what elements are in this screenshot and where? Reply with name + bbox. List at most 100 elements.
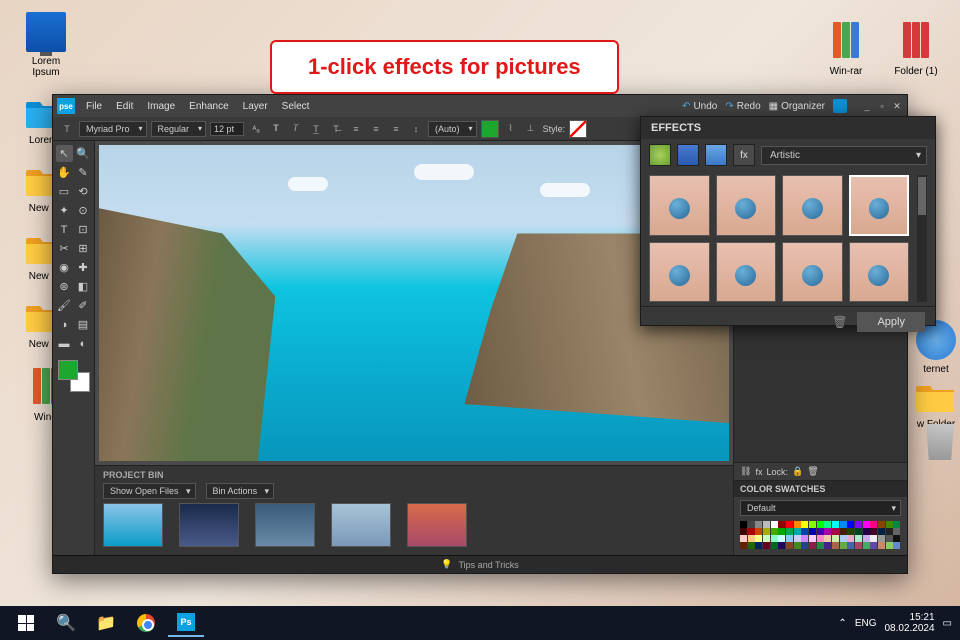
menu-enhance[interactable]: Enhance <box>186 101 231 112</box>
zoom-tool[interactable]: 🔍 <box>75 145 92 162</box>
tips-link[interactable]: Tips and Tricks <box>459 560 519 570</box>
effects-tab-fx[interactable]: fx <box>733 144 755 166</box>
shape-tool[interactable]: ▬ <box>56 335 73 352</box>
color-swatch[interactable] <box>878 528 885 535</box>
start-button[interactable] <box>8 609 44 637</box>
crop-tool[interactable]: ⊡ <box>75 221 92 238</box>
color-swatch[interactable] <box>855 535 862 542</box>
smart-brush-tool[interactable]: ✐ <box>75 297 92 314</box>
effects-tab-filters[interactable] <box>649 144 671 166</box>
close-button[interactable]: ✕ <box>891 101 903 111</box>
align-left-icon[interactable]: ≡ <box>348 121 364 137</box>
marquee-tool[interactable]: ▭ <box>56 183 73 200</box>
wand-tool[interactable]: ✦ <box>56 202 73 219</box>
color-swatch[interactable] <box>748 542 755 549</box>
effects-tab-photo[interactable] <box>705 144 727 166</box>
color-swatch[interactable] <box>794 528 801 535</box>
maximize-button[interactable]: ▫ <box>876 101 888 111</box>
color-swatch[interactable] <box>824 535 831 542</box>
color-swatch[interactable] <box>817 528 824 535</box>
effect-thumbnail[interactable] <box>782 175 843 236</box>
hand-tool[interactable]: ✋ <box>56 164 73 181</box>
weight-dropdown[interactable]: Regular <box>151 121 207 137</box>
effect-thumbnail[interactable] <box>716 242 777 303</box>
bucket-tool[interactable]: ◑ <box>56 316 73 333</box>
color-swatch[interactable] <box>886 521 893 528</box>
color-swatch[interactable] <box>893 542 900 549</box>
desktop-icon-winrar[interactable]: Win-rar <box>818 22 874 77</box>
search-button[interactable]: 🔍 <box>48 609 84 637</box>
color-swatch[interactable] <box>740 542 747 549</box>
link-icon[interactable]: ⛓ <box>740 466 751 477</box>
align-center-icon[interactable]: ≡ <box>368 121 384 137</box>
color-swatch[interactable] <box>740 521 747 528</box>
effect-thumbnail[interactable] <box>782 242 843 303</box>
text-color-swatch[interactable] <box>481 120 499 138</box>
color-swatch[interactable] <box>763 528 770 535</box>
minimize-button[interactable]: _ <box>861 101 873 111</box>
menu-edit[interactable]: Edit <box>113 101 136 112</box>
color-swatch[interactable] <box>847 521 854 528</box>
color-swatch[interactable] <box>886 528 893 535</box>
color-swatch[interactable] <box>809 542 816 549</box>
color-swatch[interactable] <box>870 535 877 542</box>
menu-select[interactable]: Select <box>279 101 313 112</box>
redo-button[interactable]: ↷Redo <box>725 101 760 112</box>
pse-taskbar-button[interactable]: Ps <box>168 609 204 637</box>
style-swatch[interactable] <box>569 120 587 138</box>
color-swatch[interactable] <box>801 521 808 528</box>
lock-icon[interactable]: 🔒 <box>792 466 803 477</box>
eyedropper-tool[interactable]: ✎ <box>75 164 92 181</box>
bin-thumbnail[interactable] <box>331 503 391 547</box>
orient-icon[interactable]: ⊥ <box>523 121 539 137</box>
color-swatch[interactable] <box>886 535 893 542</box>
leading-dropdown[interactable]: (Auto) <box>428 121 477 137</box>
color-swatch[interactable] <box>794 535 801 542</box>
organizer-button[interactable]: ▦Organizer <box>769 101 825 112</box>
color-swatch[interactable] <box>778 528 785 535</box>
color-swatch[interactable] <box>778 542 785 549</box>
color-swatch[interactable] <box>893 521 900 528</box>
apply-button[interactable]: Apply <box>857 312 925 332</box>
color-swatch[interactable] <box>863 521 870 528</box>
strike-icon[interactable]: T̶ <box>328 121 344 137</box>
gradient-tool[interactable]: ▤ <box>75 316 92 333</box>
quick-select-tool[interactable]: ⊙ <box>75 202 92 219</box>
antialiasing-icon[interactable]: ᴬₐ <box>248 121 264 137</box>
color-swatch[interactable] <box>771 535 778 542</box>
color-swatch[interactable] <box>809 521 816 528</box>
heal-tool[interactable]: ✚ <box>75 259 92 276</box>
color-swatch[interactable] <box>809 528 816 535</box>
color-swatch[interactable] <box>855 521 862 528</box>
color-swatch[interactable] <box>786 542 793 549</box>
warp-icon[interactable]: ⌇ <box>503 121 519 137</box>
desktop-icon-folder[interactable]: Folder (1) <box>888 22 944 77</box>
color-swatch[interactable] <box>748 528 755 535</box>
color-swatch[interactable] <box>786 528 793 535</box>
underline-icon[interactable]: T̲ <box>308 121 324 137</box>
effect-thumbnail[interactable] <box>849 175 910 236</box>
brush-tool[interactable]: 🖌 <box>56 297 73 314</box>
color-swatch[interactable] <box>824 521 831 528</box>
color-swatch[interactable] <box>893 535 900 542</box>
recompose-tool[interactable]: ⊞ <box>75 240 92 257</box>
menu-layer[interactable]: Layer <box>240 101 271 112</box>
color-swatch[interactable] <box>832 542 839 549</box>
effect-thumbnail[interactable] <box>649 242 710 303</box>
color-swatch[interactable] <box>863 528 870 535</box>
effects-trash-button[interactable]: 🗑 <box>832 315 847 329</box>
italic-icon[interactable]: 𝑇 <box>288 121 304 137</box>
color-swatch[interactable] <box>863 542 870 549</box>
show-open-dropdown[interactable]: Show Open Files <box>103 483 196 499</box>
color-swatch[interactable] <box>847 528 854 535</box>
desktop-icon-trash[interactable] <box>912 420 960 464</box>
font-dropdown[interactable]: Myriad Pro <box>79 121 147 137</box>
color-swatch[interactable] <box>763 542 770 549</box>
color-swatch[interactable] <box>855 528 862 535</box>
color-swatch[interactable] <box>771 528 778 535</box>
color-swatch[interactable] <box>809 535 816 542</box>
language-indicator[interactable]: ENG <box>855 618 877 629</box>
clone-tool[interactable]: ⊛ <box>56 278 73 295</box>
color-swatch[interactable] <box>771 521 778 528</box>
color-swatch[interactable] <box>840 521 847 528</box>
